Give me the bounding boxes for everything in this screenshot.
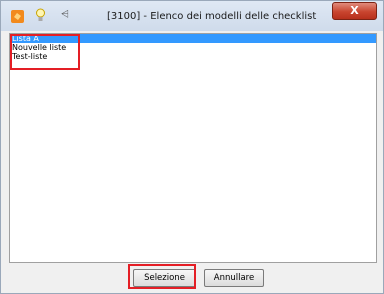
select-button[interactable]: Selezione xyxy=(133,269,196,287)
lightbulb-icon[interactable] xyxy=(35,8,46,26)
dialog-window: ⩤ [3100] - Elenco dei modelli delle chec… xyxy=(0,0,384,294)
button-bar: Selezione Annullare xyxy=(9,265,377,287)
title-bar: ⩤ [3100] - Elenco dei modelli delle chec… xyxy=(1,1,383,31)
list-item[interactable]: Test-liste xyxy=(10,52,376,61)
app-icon[interactable] xyxy=(11,10,24,23)
list-item[interactable]: Lista A xyxy=(10,34,376,43)
close-button[interactable]: X xyxy=(332,2,377,20)
window-title: [3100] - Elenco dei modelli delle checkl… xyxy=(107,11,317,22)
checklist-model-list[interactable]: Lista A Nouvelle liste Test-liste xyxy=(9,33,377,263)
cancel-button[interactable]: Annullare xyxy=(204,269,264,287)
quick-access-dropdown-icon[interactable]: ⩤ xyxy=(61,9,69,20)
list-item[interactable]: Nouvelle liste xyxy=(10,43,376,52)
